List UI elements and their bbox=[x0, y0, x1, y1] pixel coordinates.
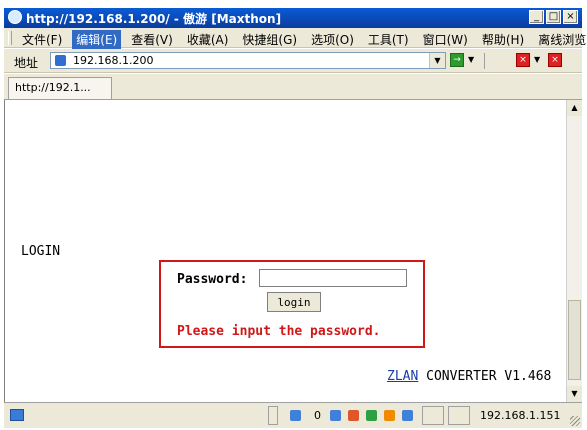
menu-bar: 文件(F) 编辑(E) 查看(V) 收藏(A) 快捷组(G) 选项(O) 工具(… bbox=[4, 28, 586, 49]
page-icon bbox=[55, 55, 66, 66]
scroll-up-icon[interactable]: ▲ bbox=[567, 100, 582, 116]
toolbar-grip[interactable] bbox=[8, 31, 12, 45]
menu-window[interactable]: 窗口(W) bbox=[419, 30, 472, 49]
menu-offline[interactable]: 离线浏览 bbox=[534, 30, 587, 49]
rss-icon[interactable] bbox=[348, 410, 359, 421]
tab-current[interactable]: http://192.1... bbox=[8, 77, 112, 99]
skin-icon[interactable] bbox=[330, 410, 341, 421]
scroll-thumb[interactable] bbox=[568, 300, 581, 380]
status-segment bbox=[448, 406, 470, 425]
address-bar: 地址 192.168.1.200 ▼ → ▼ × ▼ × bbox=[4, 49, 582, 73]
status-segment bbox=[422, 406, 444, 425]
vertical-scrollbar[interactable]: ▲ ▼ bbox=[566, 100, 582, 402]
address-dropdown-icon[interactable]: ▼ bbox=[429, 53, 445, 68]
page-status-icon bbox=[10, 409, 24, 421]
go-icon[interactable]: → bbox=[450, 53, 464, 67]
maxthon-logo-icon bbox=[8, 10, 22, 24]
blocked-count: 0 bbox=[314, 409, 321, 422]
menu-help[interactable]: 帮助(H) bbox=[478, 30, 528, 49]
menu-favorites[interactable]: 收藏(A) bbox=[183, 30, 233, 49]
page-title: LOGIN bbox=[21, 244, 61, 259]
menu-view[interactable]: 查看(V) bbox=[127, 30, 177, 49]
status-bar: 0 192.168.1.151 bbox=[4, 402, 582, 428]
popup-blocker-icon[interactable] bbox=[290, 410, 301, 421]
menu-groups[interactable]: 快捷组(G) bbox=[238, 30, 301, 49]
ad-filter-icon[interactable] bbox=[366, 410, 377, 421]
menu-edit[interactable]: 编辑(E) bbox=[72, 30, 122, 49]
error-message: Please input the password. bbox=[177, 324, 381, 339]
title-bar: http://192.168.1.200/ - 傲游 [Maxthon] _ □… bbox=[4, 8, 582, 28]
tab-bar: http://192.1... bbox=[4, 74, 582, 100]
window-controls: _ □ × bbox=[529, 10, 578, 24]
version-text: CONVERTER V1.468 bbox=[418, 369, 552, 384]
menu-options[interactable]: 选项(O) bbox=[307, 30, 358, 49]
window-title: http://192.168.1.200/ - 傲游 [Maxthon] bbox=[26, 12, 282, 26]
password-input[interactable] bbox=[259, 269, 407, 287]
login-form: Password: login Please input the passwor… bbox=[159, 260, 425, 348]
scroll-down-icon[interactable]: ▼ bbox=[567, 386, 582, 402]
brand-link[interactable]: ZLAN bbox=[387, 369, 418, 384]
menu-tools[interactable]: 工具(T) bbox=[364, 30, 413, 49]
screen-capture-icon[interactable] bbox=[402, 410, 413, 421]
go-dropdown-icon[interactable]: ▼ bbox=[468, 55, 474, 64]
version-footer: ZLAN CONVERTER V1.468 bbox=[387, 369, 551, 384]
password-label: Password: bbox=[177, 272, 248, 287]
address-label: 地址 bbox=[14, 56, 39, 70]
stop-icon[interactable]: × bbox=[516, 53, 530, 67]
stop-dropdown-icon[interactable]: ▼ bbox=[534, 55, 540, 64]
toolbar-separator bbox=[484, 53, 485, 69]
resize-grip-icon[interactable] bbox=[570, 416, 580, 426]
mouse-gesture-icon[interactable] bbox=[384, 410, 395, 421]
close-button[interactable]: × bbox=[563, 10, 578, 24]
address-value: 192.168.1.200 bbox=[73, 54, 154, 67]
login-button[interactable]: login bbox=[267, 292, 321, 312]
maximize-button[interactable]: □ bbox=[546, 10, 561, 24]
page-content: LOGIN Password: login Please input the p… bbox=[4, 100, 566, 402]
address-input[interactable]: 192.168.1.200 ▼ bbox=[50, 52, 446, 69]
status-ip: 192.168.1.151 bbox=[480, 409, 561, 422]
close-tab-icon[interactable]: × bbox=[548, 53, 562, 67]
menu-file[interactable]: 文件(F) bbox=[18, 30, 66, 49]
status-segment bbox=[268, 406, 278, 425]
minimize-button[interactable]: _ bbox=[529, 10, 544, 24]
menu-items: 文件(F) 编辑(E) 查看(V) 收藏(A) 快捷组(G) 选项(O) 工具(… bbox=[18, 30, 587, 49]
